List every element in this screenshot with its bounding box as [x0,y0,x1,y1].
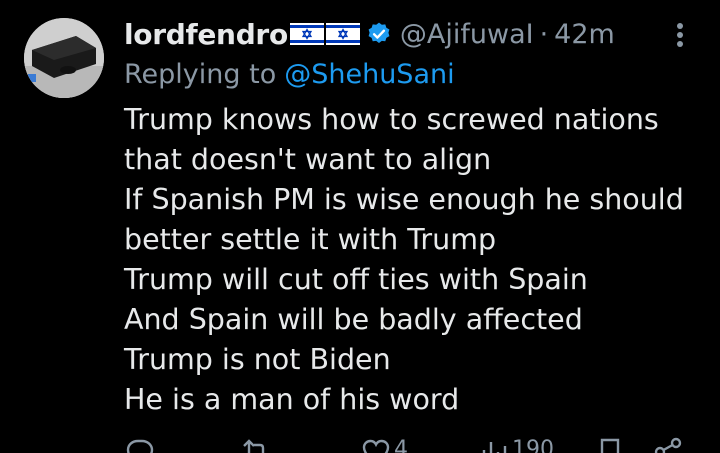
tweet-text: Trump knows how to screwed nations that … [124,100,704,420]
heart-icon [362,439,390,453]
avatar[interactable] [24,18,104,98]
separator-dot: · [539,18,549,50]
views-icon [482,442,507,453]
tweet-text-line: If Spanish PM is wise enough he should [124,183,684,216]
tweet[interactable]: lordfendro @AjifuwaI · 42m Replying to @… [0,0,720,453]
like-count: 4 [394,437,408,453]
repost-icon [243,439,265,453]
reply-icon [126,439,154,453]
bookmark-icon [600,438,620,453]
like-button[interactable]: 4 [360,436,408,453]
tweet-header: lordfendro @AjifuwaI · 42m [124,14,615,54]
share-button[interactable] [652,436,684,453]
tweet-text-line: Trump knows how to screwed nations [124,103,659,136]
reply-mention-link[interactable]: @ShehuSani [284,59,454,90]
views-button[interactable]: 190 [478,436,554,453]
display-name[interactable]: lordfendro [124,18,288,51]
tweet-text-line: better settle it with Trump [124,223,497,256]
timestamp[interactable]: 42m [554,19,615,50]
tweet-text-line: Trump is not Biden [124,343,391,376]
repost-button[interactable] [240,436,272,453]
tweet-text-line: He is a man of his word [124,383,460,416]
israel-flag-icon [289,23,324,45]
bookmark-button[interactable] [594,436,626,453]
views-count: 190 [512,437,554,453]
israel-flag-icon [325,23,360,45]
tweet-text-line: that doesn't want to align [124,143,492,176]
replying-to: Replying to @ShehuSani [124,56,455,92]
action-bar: 4 190 [124,436,704,453]
tweet-text-line: And Spain will be badly affected [124,303,583,336]
share-icon [654,437,682,453]
avatar-image [24,18,104,98]
user-handle[interactable]: @AjifuwaI [400,19,534,50]
verified-badge-icon [368,22,390,43]
reply-button[interactable] [124,436,156,453]
reply-prefix: Replying to [124,58,277,90]
tweet-text-line: Trump will cut off ties with Spain [124,263,588,296]
more-options-icon[interactable] [670,20,690,50]
